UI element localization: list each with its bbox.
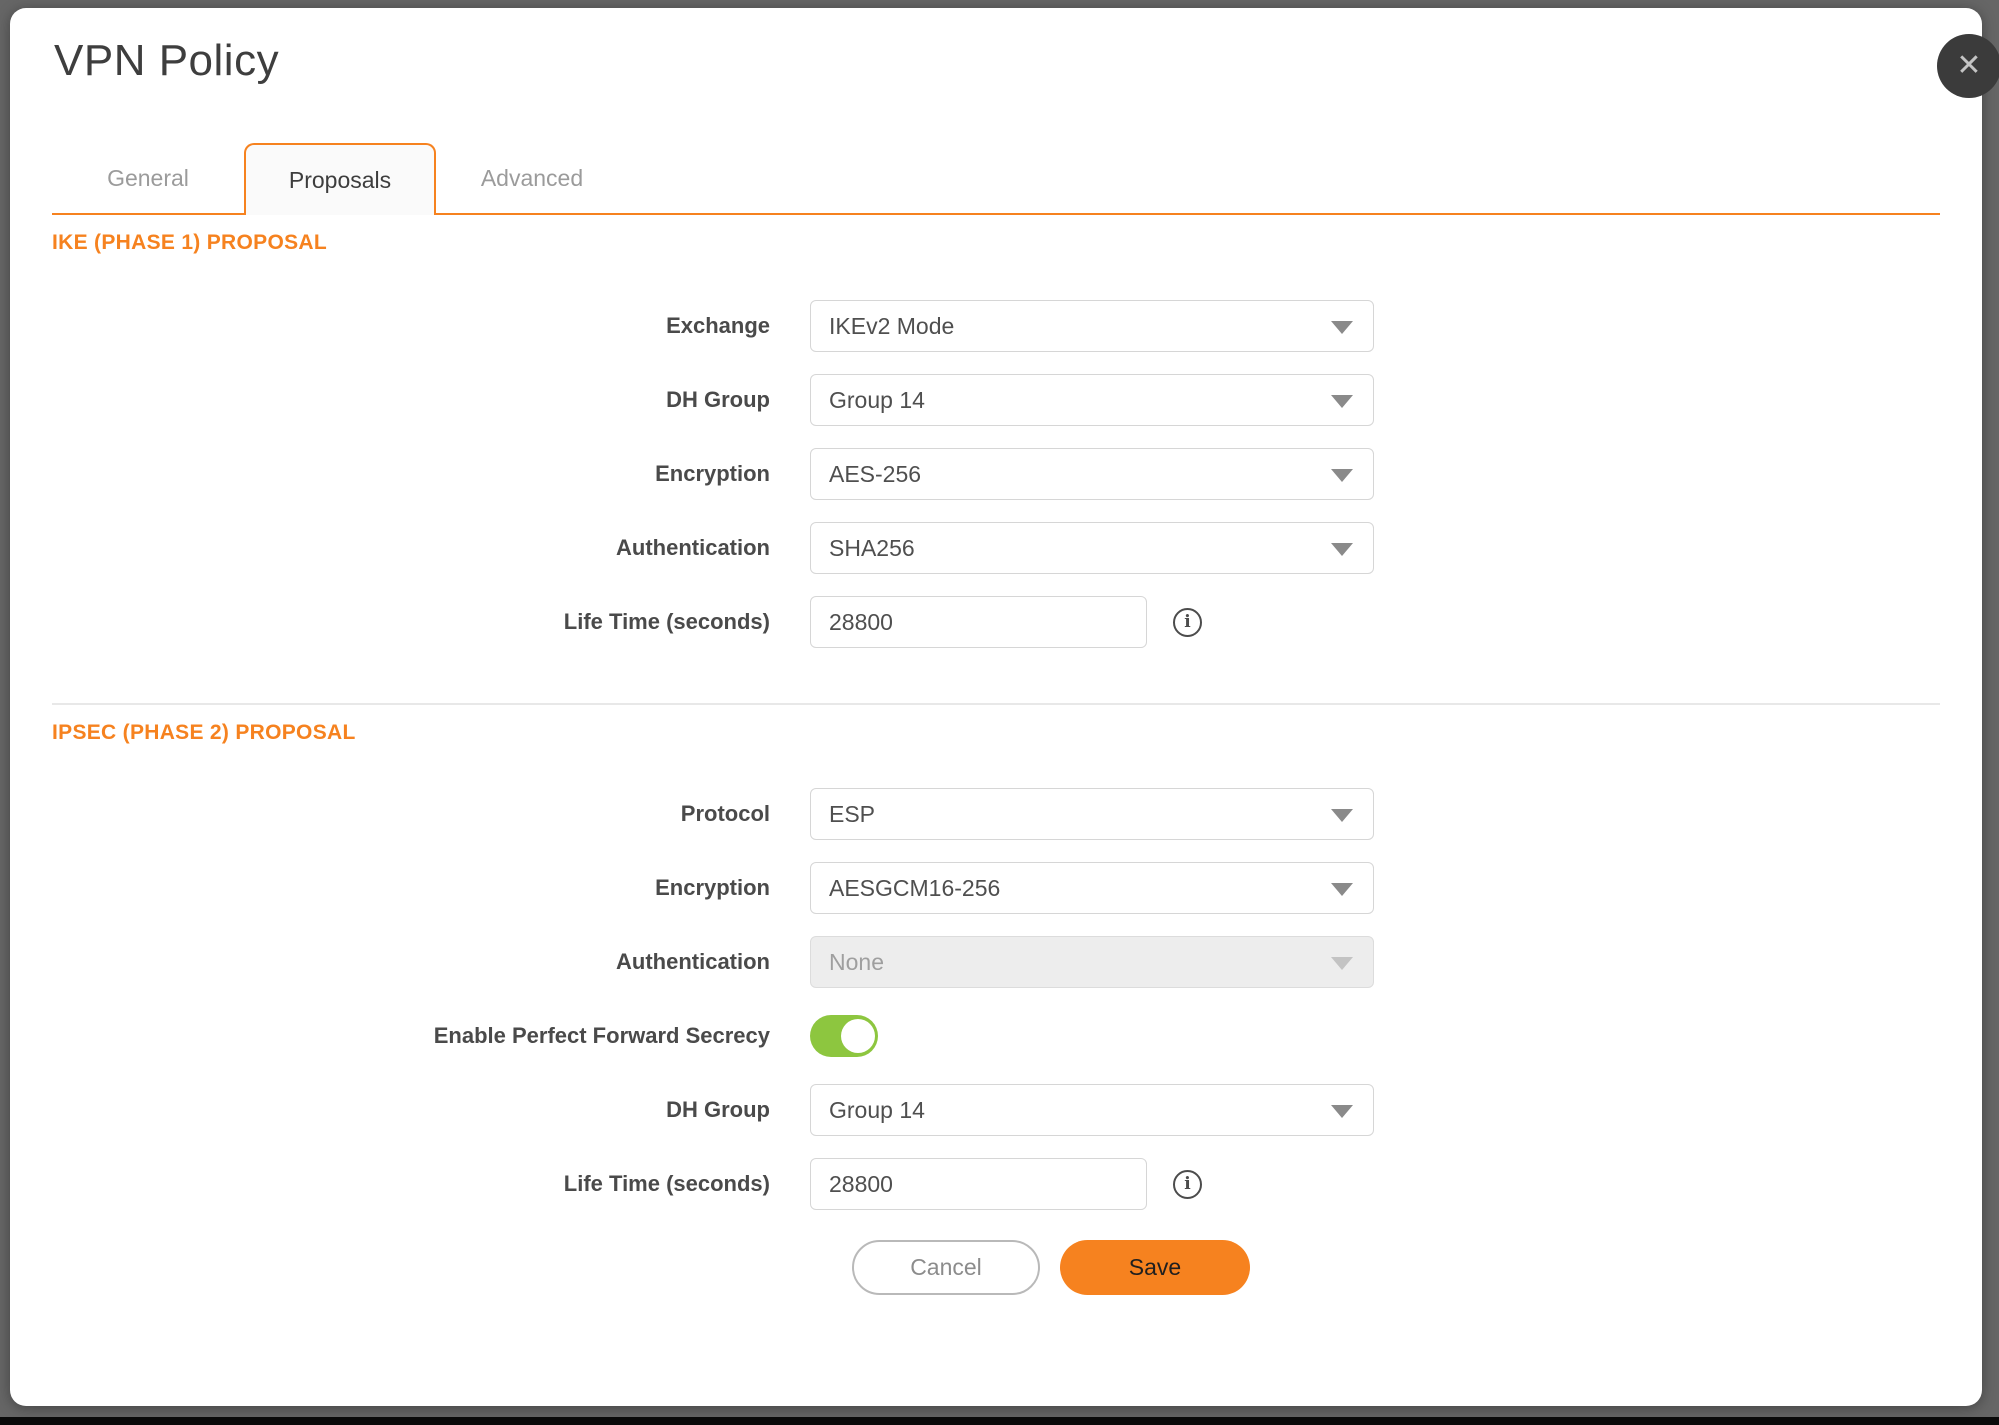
select-value: ESP (829, 801, 875, 828)
select-exchange[interactable]: IKEv2 Mode (810, 300, 1374, 352)
field-label: Encryption (52, 461, 810, 487)
field-label: Protocol (52, 801, 810, 827)
backdrop-bottom-strip (0, 1417, 1999, 1425)
field-row-exchange: Exchange IKEv2 Mode (52, 300, 1940, 352)
toggle-knob (841, 1019, 875, 1053)
input-life-time-seconds[interactable] (810, 596, 1147, 648)
field-row-dh-group: DH Group Group 14 (52, 1084, 1940, 1136)
dialog-content: IKE (PHASE 1) PROPOSAL Exchange IKEv2 Mode… (10, 231, 1982, 1295)
select-value: AES-256 (829, 461, 921, 488)
field-row-authentication: Authentication SHA256 (52, 522, 1940, 574)
input-life-time-seconds[interactable] (810, 1158, 1147, 1210)
dialog-title: VPN Policy (54, 36, 1982, 86)
field-label: Authentication (52, 949, 810, 975)
field-row-enable-perfect-forward-secrecy: Enable Perfect Forward Secrecy (52, 1010, 1940, 1062)
field-label: Authentication (52, 535, 810, 561)
field-row-encryption: Encryption AESGCM16-256 (52, 862, 1940, 914)
field-label: Life Time (seconds) (52, 609, 810, 635)
field-label: Exchange (52, 313, 810, 339)
select-value: None (829, 949, 884, 976)
footer-actions: Cancel Save (852, 1240, 1940, 1295)
chevron-down-icon (1331, 957, 1353, 970)
select-value: Group 14 (829, 1097, 925, 1124)
chevron-down-icon (1331, 543, 1353, 556)
field-row-dh-group: DH Group Group 14 (52, 374, 1940, 426)
cancel-button[interactable]: Cancel (852, 1240, 1040, 1295)
select-protocol[interactable]: ESP (810, 788, 1374, 840)
section-heading-ike-phase-1-proposal: IKE (PHASE 1) PROPOSAL (52, 231, 1940, 255)
tab-advanced[interactable]: Advanced (436, 143, 628, 213)
select-value: IKEv2 Mode (829, 313, 954, 340)
field-label: Encryption (52, 875, 810, 901)
toggle-enable-perfect-forward-secrecy[interactable] (810, 1015, 878, 1057)
select-authentication: None (810, 936, 1374, 988)
chevron-down-icon (1331, 321, 1353, 334)
select-encryption[interactable]: AESGCM16-256 (810, 862, 1374, 914)
chevron-down-icon (1331, 883, 1353, 896)
chevron-down-icon (1331, 395, 1353, 408)
field-row-encryption: Encryption AES-256 (52, 448, 1940, 500)
select-value: AESGCM16-256 (829, 875, 1000, 902)
section-divider (52, 703, 1940, 705)
select-value: Group 14 (829, 387, 925, 414)
tab-general[interactable]: General (52, 143, 244, 213)
field-row-life-time-seconds: Life Time (seconds) i (52, 1158, 1940, 1210)
info-icon[interactable]: i (1173, 1170, 1202, 1199)
tab-proposals[interactable]: Proposals (244, 143, 436, 215)
field-label: DH Group (52, 387, 810, 413)
select-authentication[interactable]: SHA256 (810, 522, 1374, 574)
select-value: SHA256 (829, 535, 915, 562)
close-icon[interactable]: ✕ (1937, 34, 1999, 98)
chevron-down-icon (1331, 1105, 1353, 1118)
field-row-protocol: Protocol ESP (52, 788, 1940, 840)
field-row-authentication: Authentication None (52, 936, 1940, 988)
select-dh-group[interactable]: Group 14 (810, 374, 1374, 426)
chevron-down-icon (1331, 469, 1353, 482)
form-rows: Protocol ESP Encryption AESGCM16-256 Authent… (52, 788, 1940, 1210)
field-row-life-time-seconds: Life Time (seconds) i (52, 596, 1940, 648)
field-label: Enable Perfect Forward Secrecy (52, 1023, 810, 1049)
section-heading-ipsec-phase-2-proposal: IPSEC (PHASE 2) PROPOSAL (52, 721, 1940, 745)
save-button[interactable]: Save (1060, 1240, 1250, 1295)
tabbar: GeneralProposalsAdvanced (52, 143, 1940, 215)
select-encryption[interactable]: AES-256 (810, 448, 1374, 500)
info-icon[interactable]: i (1173, 608, 1202, 637)
chevron-down-icon (1331, 809, 1353, 822)
select-dh-group[interactable]: Group 14 (810, 1084, 1374, 1136)
field-label: Life Time (seconds) (52, 1171, 810, 1197)
field-label: DH Group (52, 1097, 810, 1123)
vpn-policy-dialog: VPN Policy GeneralProposalsAdvanced IKE … (10, 8, 1982, 1406)
form-rows: Exchange IKEv2 Mode DH Group Group 14 Encryp… (52, 300, 1940, 648)
